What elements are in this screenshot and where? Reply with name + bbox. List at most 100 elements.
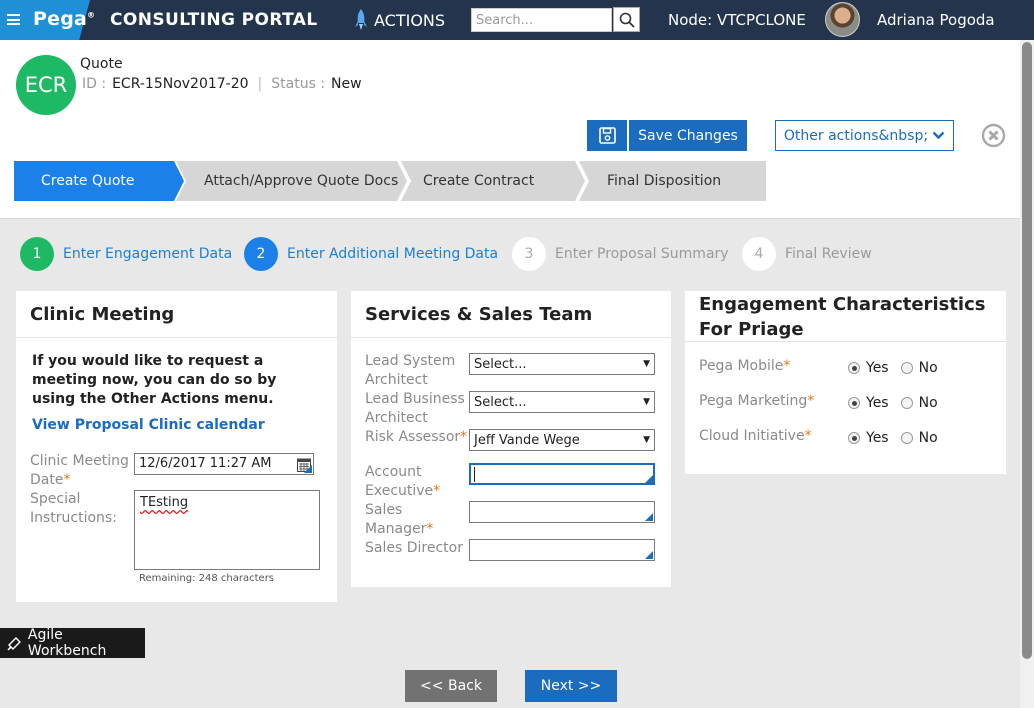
clinic-intro-text: If you would like to request a meeting n… bbox=[32, 353, 277, 407]
lead-business-architect-select[interactable]: Select... ▼ bbox=[469, 391, 655, 413]
risk-assessor-select[interactable]: Jeff Vande Wege ▼ bbox=[469, 429, 655, 451]
actions-label: ACTIONS bbox=[374, 10, 446, 30]
sub-steps: 1 Enter Engagement Data 2 Enter Addition… bbox=[0, 237, 1020, 277]
top-nav-bar: Pega® CONSULTING PORTAL ACTIONS Node: VT… bbox=[0, 0, 1034, 40]
lead-system-architect-select[interactable]: Select... ▼ bbox=[469, 353, 655, 375]
account-executive-input[interactable] bbox=[469, 463, 655, 485]
stage-attach-approve[interactable]: Attach/Approve Quote Docs bbox=[176, 161, 409, 201]
view-proposal-clinic-calendar-link[interactable]: View Proposal Clinic calendar bbox=[32, 417, 265, 433]
lead-business-architect-label: Lead Business Architect bbox=[365, 391, 465, 426]
panel-divider bbox=[685, 341, 1006, 342]
step-label: Final Review bbox=[785, 246, 872, 262]
select-value: Select... bbox=[474, 356, 527, 372]
agile-workbench-button[interactable]: Agile Workbench bbox=[0, 627, 145, 659]
panel-title: Engagement Characteristics For Priage bbox=[699, 294, 986, 340]
step-final-review[interactable]: 4 Final Review bbox=[742, 237, 872, 271]
search-icon bbox=[619, 12, 635, 28]
panel-title: Services & Sales Team bbox=[365, 304, 593, 325]
engagement-characteristics-panel: Engagement Characteristics For Priage Pe… bbox=[685, 291, 1006, 474]
close-icon[interactable] bbox=[981, 123, 1006, 148]
required-star: * bbox=[783, 358, 791, 374]
case-meta-divider: | bbox=[257, 76, 263, 92]
required-star: * bbox=[807, 393, 815, 409]
special-instructions-value: TEsting bbox=[140, 495, 189, 510]
dropdown-arrow-icon: ▼ bbox=[643, 397, 650, 407]
user-name[interactable]: Adriana Pogoda bbox=[877, 11, 995, 29]
radio-label: No bbox=[918, 395, 938, 411]
stage-final-disposition[interactable]: Final Disposition bbox=[579, 161, 766, 201]
radio-unchecked bbox=[900, 432, 913, 444]
radio-unchecked bbox=[900, 362, 913, 374]
radio-label: No bbox=[918, 360, 938, 376]
services-sales-team-panel: Services & Sales Team Lead System Archit… bbox=[351, 291, 671, 587]
save-icon-box bbox=[587, 120, 629, 151]
step-enter-additional-meeting-data[interactable]: 2 Enter Additional Meeting Data bbox=[244, 237, 498, 271]
node-value: VTCPCLONE bbox=[717, 11, 806, 29]
stage-create-contract[interactable]: Create Contract bbox=[401, 161, 587, 201]
radio-checked bbox=[848, 362, 860, 374]
search-input[interactable] bbox=[471, 8, 612, 32]
remaining-characters: Remaining: 248 characters bbox=[139, 573, 275, 584]
clinic-meeting-date-value: 12/6/2017 11:27 AM bbox=[139, 456, 272, 471]
stage-label: Create Contract bbox=[423, 173, 535, 189]
clinic-meeting-panel: Clinic Meeting If you would like to requ… bbox=[16, 291, 337, 602]
step-number: 4 bbox=[742, 237, 776, 271]
hamburger-menu-icon[interactable] bbox=[7, 14, 20, 25]
required-star: * bbox=[426, 521, 434, 537]
step-enter-proposal-summary[interactable]: 3 Enter Proposal Summary bbox=[512, 237, 729, 271]
cloud-initiative-label: Cloud Initiative* bbox=[699, 427, 812, 446]
sales-manager-input[interactable] bbox=[469, 501, 655, 523]
save-changes-label: Save Changes bbox=[629, 120, 747, 151]
select-value: Jeff Vande Wege bbox=[474, 432, 580, 448]
sales-manager-label-text: Sales Manager bbox=[365, 502, 427, 537]
case-status-value: New bbox=[331, 76, 362, 92]
other-actions-button[interactable]: Other actions&nbsp; bbox=[775, 120, 954, 151]
case-header: ECR Quote ID : ECR-15Nov2017-20 | Status : N… bbox=[0, 40, 1020, 219]
next-button[interactable]: Next >> bbox=[525, 670, 617, 702]
actions-menu-button[interactable]: ACTIONS bbox=[353, 8, 445, 32]
risk-assessor-label: Risk Assessor* bbox=[365, 428, 469, 447]
agile-workbench-label: Agile Workbench bbox=[27, 627, 107, 659]
step-label: Enter Engagement Data bbox=[63, 246, 233, 262]
brand-logo[interactable]: Pega® bbox=[33, 8, 95, 30]
text-cursor bbox=[474, 467, 475, 482]
pega-marketing-yes-radio[interactable]: Yes bbox=[848, 395, 889, 411]
radio-label: Yes bbox=[866, 395, 889, 411]
lead-system-architect-label: Lead System Architect bbox=[365, 353, 456, 388]
user-avatar[interactable] bbox=[825, 2, 860, 37]
stage-label: Create Quote bbox=[41, 173, 135, 189]
stage-create-quote[interactable]: Create Quote bbox=[14, 161, 185, 201]
sales-director-label: Sales Director bbox=[365, 540, 463, 556]
pega-mobile-no-radio[interactable]: No bbox=[900, 360, 938, 376]
calendar-icon[interactable] bbox=[297, 457, 311, 472]
cloud-initiative-yes-radio[interactable]: Yes bbox=[848, 430, 889, 446]
radio-unchecked bbox=[900, 397, 913, 409]
case-id-value: ECR-15Nov2017-20 bbox=[112, 76, 249, 92]
back-button[interactable]: << Back bbox=[405, 670, 497, 702]
special-instructions-textarea[interactable]: TEsting bbox=[134, 490, 320, 570]
special-instructions-label: Special Instructions: bbox=[30, 491, 117, 526]
cloud-initiative-no-radio[interactable]: No bbox=[900, 430, 938, 446]
sales-director-input[interactable] bbox=[469, 539, 655, 561]
other-actions-label: Other actions&nbsp; bbox=[783, 127, 929, 144]
clinic-meeting-date-input[interactable]: 12/6/2017 11:27 AM bbox=[134, 453, 314, 475]
cloud-initiative-radio-group: Yes No bbox=[848, 430, 944, 446]
step-enter-engagement-data[interactable]: 1 Enter Engagement Data bbox=[20, 237, 232, 271]
floppy-disk-icon bbox=[598, 127, 616, 144]
pega-marketing-no-radio[interactable]: No bbox=[900, 395, 938, 411]
risk-assessor-label-text: Risk Assessor bbox=[365, 429, 461, 445]
step-label: Enter Additional Meeting Data bbox=[287, 246, 499, 262]
required-star: * bbox=[460, 429, 468, 445]
pega-mobile-label-text: Pega Mobile bbox=[699, 358, 784, 374]
pega-mobile-yes-radio[interactable]: Yes bbox=[848, 360, 889, 376]
pega-marketing-label: Pega Marketing* bbox=[699, 392, 814, 411]
scrollbar-thumb[interactable] bbox=[1022, 42, 1032, 659]
case-type: Quote bbox=[80, 56, 123, 72]
radio-label: No bbox=[918, 430, 938, 446]
search-button[interactable] bbox=[613, 7, 640, 32]
panel-divider bbox=[16, 337, 337, 338]
save-changes-button[interactable]: Save Changes bbox=[587, 120, 747, 151]
step-number: 3 bbox=[512, 237, 546, 271]
page-scrollbar[interactable] bbox=[1020, 40, 1034, 708]
cloud-initiative-label-text: Cloud Initiative bbox=[699, 428, 805, 444]
